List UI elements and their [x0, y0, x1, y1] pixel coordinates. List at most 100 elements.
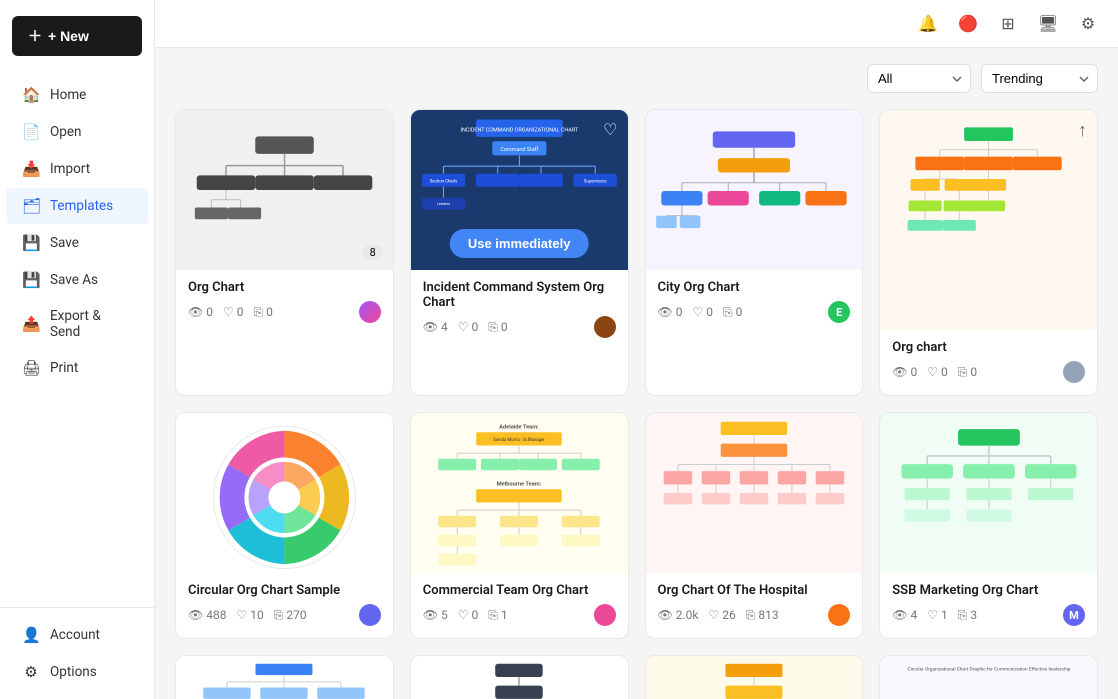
likes: ♡ 0 [927, 365, 948, 379]
card-info-commercial: Commercial Team Org Chart 👁 5 ♡ 0 ⎘ 1 [411, 573, 628, 638]
heart-icon[interactable]: ♡ [603, 120, 617, 139]
svg-text:Section Chiefs: Section Chiefs [429, 179, 458, 184]
card-org-chart[interactable]: 8 Org Chart 👁 0 ♡ 0 ⎘ 0 [175, 109, 394, 396]
topbar: 🔔 🔴 ⊞ 🖥 ⚙ [155, 0, 1118, 48]
new-button[interactable]: ＋ + New [12, 16, 142, 56]
monitor-icon[interactable]: 🖥 [1034, 10, 1062, 38]
card-meta-city: 👁 0 ♡ 0 ⎘ 0 E [658, 301, 851, 323]
filter-bar: All Org Charts Business Education Trendi… [175, 64, 1098, 93]
card-info-circular: Circular Org Chart Sample 👁 488 ♡ 10 ⎘ 2… [176, 573, 393, 638]
sidebar-label-account: Account [50, 627, 100, 643]
copies: ⎘ 0 [254, 305, 273, 320]
card-thumb-tall: ↑ [880, 110, 1097, 330]
sidebar-nav: 🏠 Home 📄 Open 📥 Import 🗂 Templates 💾 Sav… [0, 68, 154, 607]
sidebar: ＋ + New 🏠 Home 📄 Open 📥 Import 🗂 Templat… [0, 0, 155, 699]
card-title-tall: Org chart [892, 340, 1085, 355]
settings-icon[interactable]: ⚙ [1074, 10, 1102, 38]
sidebar-label-save: Save [50, 235, 79, 251]
card-bottom-4[interactable]: Circular Organizational Chart Graphic fo… [879, 655, 1098, 699]
alert-icon[interactable]: 🔴 [954, 10, 982, 38]
copies: ⎘ 0 [723, 305, 742, 320]
sidebar-bottom: 👤 Account ⚙ Options [0, 607, 154, 699]
notifications-icon[interactable]: 🔔 [914, 10, 942, 38]
copies: ⎘ 270 [274, 608, 307, 623]
likes: ♡ 10 [236, 608, 263, 622]
card-info-city: City Org Chart 👁 0 ♡ 0 ⎘ 0 E [646, 270, 863, 335]
views: 👁 0 [892, 365, 917, 379]
card-meta-incident: 👁 4 ♡ 0 ⎘ 0 [423, 316, 616, 338]
svg-text:Adelaide Team:: Adelaide Team: [499, 424, 539, 430]
card-incident-cmd[interactable]: INCIDENT COMMAND ORGANIZATIONAL CHART Co… [410, 109, 629, 396]
card-commercial-team[interactable]: Adelaide Team: Sandra Morris - Sr.Manage… [410, 412, 629, 639]
views: 👁 4 [423, 320, 448, 334]
sidebar-label-save-as: Save As [50, 272, 98, 288]
copies: ⎘ 3 [958, 608, 977, 623]
card-meta-tall: 👁 0 ♡ 0 ⎘ 0 [892, 361, 1085, 383]
card-city-org[interactable]: City Org Chart 👁 0 ♡ 0 ⎘ 0 E [645, 109, 864, 396]
options-icon: ⚙ [22, 663, 40, 681]
sidebar-label-open: Open [50, 124, 81, 140]
grid-icon[interactable]: ⊞ [994, 10, 1022, 38]
card-thumb-hospital [646, 413, 863, 573]
plus-icon: ＋ [28, 26, 42, 46]
home-icon: 🏠 [22, 86, 40, 104]
sidebar-item-export[interactable]: 📤 Export & Send [6, 299, 148, 349]
card-info-ssb: SSB Marketing Org Chart 👁 4 ♡ 1 ⎘ 3 M [880, 573, 1097, 638]
views: 👁 0 [188, 305, 213, 319]
card-hospital-org[interactable]: Org Chart Of The Hospital 👁 2.0k ♡ 26 ⎘ … [645, 412, 864, 639]
export-icon: 📤 [22, 315, 40, 333]
template-grid: 8 Org Chart 👁 0 ♡ 0 ⎘ 0 [175, 109, 1098, 699]
sort-filter[interactable]: Trending Newest Most Popular [981, 64, 1098, 93]
sidebar-item-templates[interactable]: 🗂 Templates [6, 188, 148, 224]
copies: ⎘ 0 [488, 320, 507, 335]
card-circular-org[interactable]: Circular Org Chart Sample 👁 488 ♡ 10 ⎘ 2… [175, 412, 394, 639]
card-meta-circular: 👁 488 ♡ 10 ⎘ 270 [188, 604, 381, 626]
sidebar-item-print[interactable]: 🖨 Print [6, 350, 148, 386]
card-ssb-marketing[interactable]: SSB Marketing Org Chart 👁 4 ♡ 1 ⎘ 3 M [879, 412, 1098, 639]
svg-text:Command Staff: Command Staff [500, 146, 538, 153]
sidebar-item-save-as[interactable]: 💾 Save As [6, 262, 148, 298]
views: 👁 5 [423, 608, 448, 622]
author-avatar-city: E [828, 301, 850, 323]
card-thumb-ssb [880, 413, 1097, 573]
card-meta-hospital: 👁 2.0k ♡ 26 ⎘ 813 [658, 604, 851, 626]
card-thumb-bottom-3 [646, 656, 863, 699]
card-thumb-incident: INCIDENT COMMAND ORGANIZATIONAL CHART Co… [411, 110, 628, 270]
likes: ♡ 0 [458, 320, 479, 334]
author-avatar-incident [594, 316, 616, 338]
sidebar-item-save[interactable]: 💾 Save [6, 225, 148, 261]
card-info-incident: Incident Command System Org Chart 👁 4 ♡ … [411, 270, 628, 350]
card-thumb-bottom-2 [411, 656, 628, 699]
open-icon: 📄 [22, 123, 40, 141]
card-meta-ssb: 👁 4 ♡ 1 ⎘ 3 M [892, 604, 1085, 626]
sidebar-label-print: Print [50, 360, 78, 376]
card-thumb-bottom-4: Circular Organizational Chart Graphic fo… [880, 656, 1097, 699]
sidebar-item-options[interactable]: ⚙ Options [6, 654, 148, 690]
card-title-circular: Circular Org Chart Sample [188, 583, 381, 598]
card-thumb-org: 8 [176, 110, 393, 270]
author-avatar-tall [1063, 361, 1085, 383]
sidebar-item-open[interactable]: 📄 Open [6, 114, 148, 150]
svg-text:Melbourne Team:: Melbourne Team: [497, 481, 542, 487]
sidebar-item-home[interactable]: 🏠 Home [6, 77, 148, 113]
sidebar-item-import[interactable]: 📥 Import [6, 151, 148, 187]
main-content: 🔔 🔴 ⊞ 🖥 ⚙ All Org Charts Business Educat… [155, 0, 1118, 699]
author-avatar-commercial [594, 604, 616, 626]
card-bottom-2[interactable] [410, 655, 629, 699]
card-bottom-1[interactable] [175, 655, 394, 699]
print-icon: 🖨 [22, 359, 40, 377]
sidebar-item-account[interactable]: 👤 Account [6, 617, 148, 653]
card-title: Org Chart [188, 280, 381, 295]
card-org-tall[interactable]: ↑ Org chart 👁 0 ♡ 0 ⎘ 0 [879, 109, 1098, 396]
card-bottom-3[interactable] [645, 655, 864, 699]
category-filter[interactable]: All Org Charts Business Education [867, 64, 971, 93]
card-thumb-commercial: Adelaide Team: Sandra Morris - Sr.Manage… [411, 413, 628, 573]
new-button-label: + New [48, 28, 89, 44]
svg-text:INCIDENT COMMAND ORGANIZATIONA: INCIDENT COMMAND ORGANIZATIONAL CHART [460, 127, 578, 133]
views: 👁 488 [188, 608, 226, 622]
sidebar-label-options: Options [50, 664, 97, 680]
card-info: Org Chart 👁 0 ♡ 0 ⎘ 0 [176, 270, 393, 335]
use-immediately-button[interactable]: Use immediately [450, 229, 589, 258]
card-title-hospital: Org Chart Of The Hospital [658, 583, 851, 598]
card-badge: 8 [363, 245, 383, 260]
